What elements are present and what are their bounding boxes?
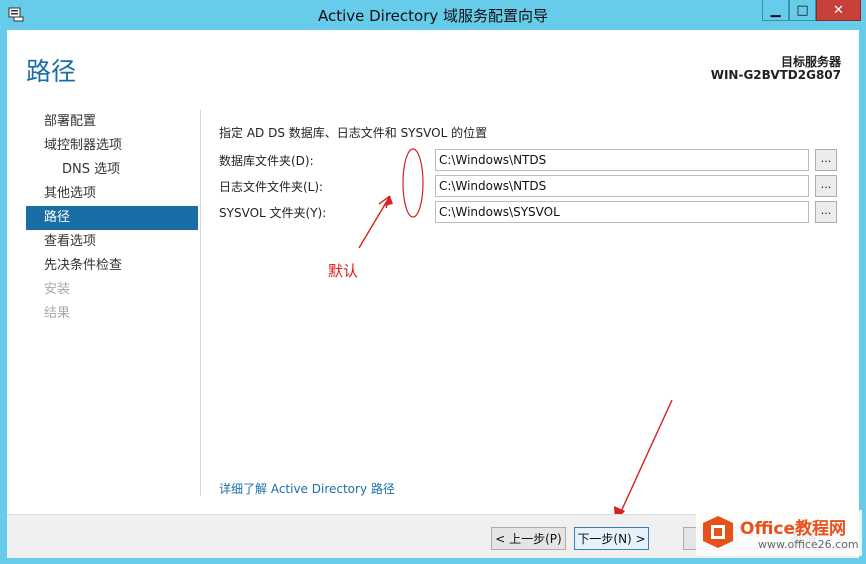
maximize-button[interactable]: □ [789,0,816,21]
watermark: Office教程网 www.office26.com [696,510,862,556]
next-button[interactable]: 下一步(N) > [574,527,649,550]
database-folder-label: 数据库文件夹(D): [219,154,314,168]
page-title: 路径 [26,57,77,86]
sysvol-folder-row: SYSVOL 文件夹(Y): ... [219,201,839,223]
target-server-name: WIN-G2BVTD2G807 [710,68,841,82]
nav-item-paths[interactable]: 路径 [26,206,198,230]
log-folder-input[interactable] [435,175,809,197]
sysvol-folder-input[interactable] [435,201,809,223]
nav-item-results: 结果 [44,306,71,321]
watermark-url: www.office26.com [758,538,859,551]
office-logo-icon [703,516,733,548]
wizard-nav: 部署配置 域控制器选项 DNS 选项 其他选项 路径 查看选项 先决条件检查 安… [26,110,198,326]
database-folder-browse-button[interactable]: ... [815,149,837,171]
nav-item-dns-options[interactable]: DNS 选项 [26,158,198,182]
section-heading: 指定 AD DS 数据库、日志文件和 SYSVOL 的位置 [219,126,488,140]
title-bar: Active Directory 域服务配置向导 ▁ □ ✕ [0,0,866,30]
minimize-button[interactable]: ▁ [762,0,789,21]
database-folder-input[interactable] [435,149,809,171]
log-folder-browse-button[interactable]: ... [815,175,837,197]
window-title: Active Directory 域服务配置向导 [317,7,549,25]
nav-item-prereq-check[interactable]: 先决条件检查 [26,254,198,278]
annotation-default-note: 默认 [328,262,359,280]
sysvol-folder-label: SYSVOL 文件夹(Y): [219,206,327,220]
wizard-body: 路径 目标服务器 WIN-G2BVTD2G807 部署配置 域控制器选项 DNS… [7,30,859,558]
nav-item-deployment[interactable]: 部署配置 [26,110,198,134]
log-folder-label: 日志文件文件夹(L): [219,180,324,194]
learn-more-link[interactable]: 详细了解 Active Directory 路径 [219,480,395,497]
previous-button[interactable]: < 上一步(P) [491,527,566,550]
database-folder-row: 数据库文件夹(D): ... [219,149,839,171]
watermark-title: Office教程网 [740,519,847,539]
nav-item-review[interactable]: 查看选项 [26,230,198,254]
annotation-arrow-down [618,399,673,517]
log-folder-row: 日志文件文件夹(L): ... [219,175,839,197]
nav-item-dc-options[interactable]: 域控制器选项 [26,134,198,158]
nav-divider [200,110,201,496]
nav-item-additional-options[interactable]: 其他选项 [26,182,198,206]
sysvol-folder-browse-button[interactable]: ... [815,201,837,223]
close-button[interactable]: ✕ [816,0,861,21]
nav-item-install: 安装 [44,282,71,297]
